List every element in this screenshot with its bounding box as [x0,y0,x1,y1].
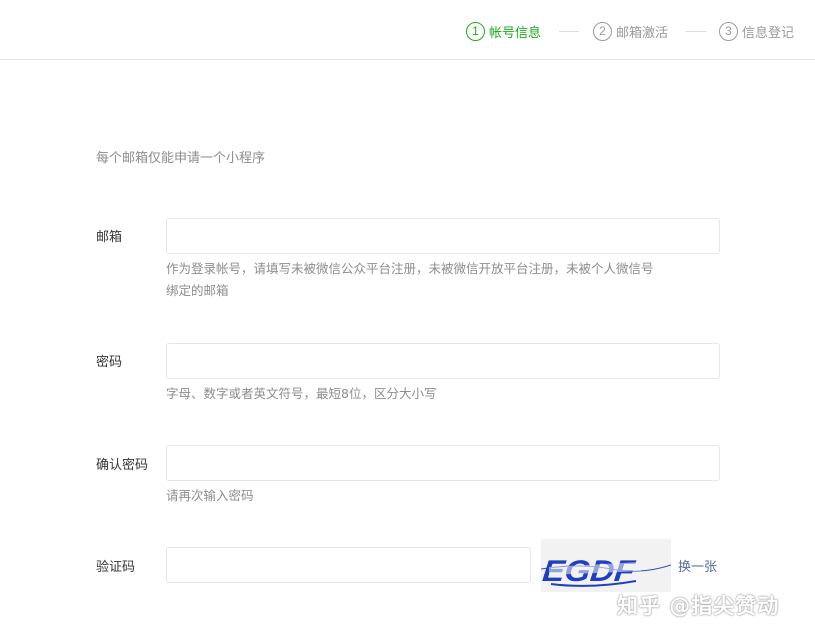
email-field[interactable] [166,218,720,254]
step-number: 1 [466,21,485,41]
captcha-graphic: EGDF [541,539,671,592]
captcha-image[interactable]: EGDF [541,539,671,592]
step-label: 帐号信息 [489,25,542,41]
email-hint-line: 绑定的邮箱 [166,283,229,298]
form-tip: 每个邮箱仅能申请一个小程序 [96,151,266,166]
confirm-password-hint: 请再次输入密码 [166,488,254,503]
step-info-registration: 3 信息登记 [719,20,794,42]
register-page: 1 帐号信息 2 邮箱激活 3 信息登记 每个邮箱仅能申请一个小程序 邮箱 作为… [0,0,815,641]
step-divider [686,31,706,32]
step-divider [559,31,579,32]
step-number: 2 [593,21,612,41]
password-hint: 字母、数字或者英文符号，最短8位，区分大小写 [166,386,437,401]
step-number: 3 [719,21,738,41]
refresh-captcha-link[interactable]: 换一张 [678,556,717,575]
email-label: 邮箱 [96,230,123,245]
step-label: 信息登记 [742,25,795,41]
password-field[interactable] [166,343,720,379]
email-hint: 作为登录帐号，请填写未被微信公众平台注册，未被微信开放平台注册，未被个人微信号 … [166,258,726,302]
step-email-activation: 2 邮箱激活 [593,20,668,42]
watermark: 知乎 @指尖赞动 [617,594,780,618]
captcha-field[interactable] [166,547,531,583]
captcha-label: 验证码 [96,560,136,575]
step-account-info: 1 帐号信息 [466,20,541,42]
step-label: 邮箱激活 [616,25,669,41]
confirm-password-label: 确认密码 [96,458,149,473]
password-label: 密码 [96,355,123,370]
email-hint-line: 作为登录帐号，请填写未被微信公众平台注册，未被微信开放平台注册，未被个人微信号 [166,261,654,276]
confirm-password-field[interactable] [166,445,720,481]
step-indicator: 1 帐号信息 2 邮箱激活 3 信息登记 [0,0,815,60]
